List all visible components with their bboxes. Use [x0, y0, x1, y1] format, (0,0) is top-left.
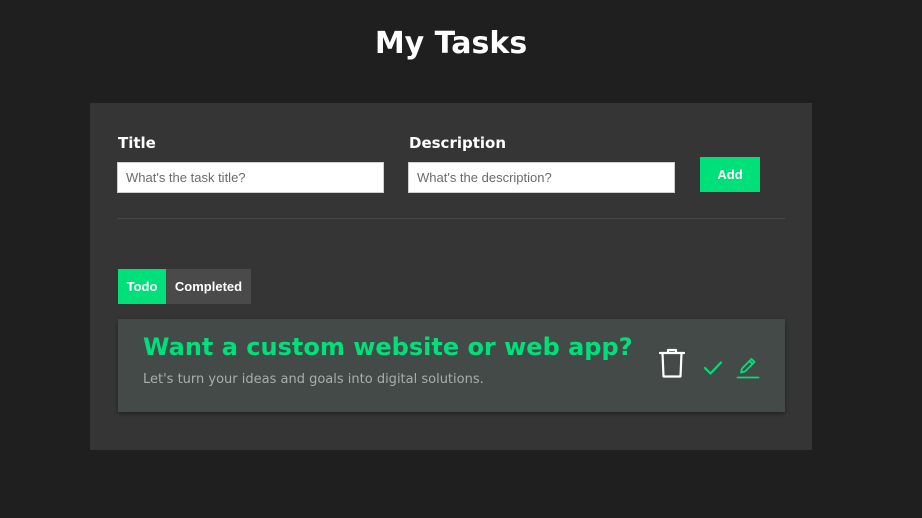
check-icon[interactable]	[703, 360, 723, 376]
description-input[interactable]	[408, 162, 675, 193]
divider	[118, 218, 785, 219]
task-item: Want a custom website or web app? Let's …	[118, 319, 785, 412]
edit-icon[interactable]	[736, 355, 760, 379]
page-title: My Tasks	[374, 26, 528, 61]
trash-icon[interactable]	[658, 348, 686, 379]
tab-bar: Todo Completed	[118, 269, 251, 304]
title-label: Title	[118, 134, 156, 152]
tab-completed[interactable]: Completed	[166, 269, 251, 304]
add-button[interactable]: Add	[700, 157, 760, 192]
task-title: Want a custom website or web app?	[143, 333, 633, 361]
task-panel: Title Description Add Todo Completed Wan…	[90, 103, 812, 450]
tab-todo[interactable]: Todo	[118, 269, 166, 304]
description-label: Description	[409, 134, 507, 152]
task-description: Let's turn your ideas and goals into dig…	[143, 372, 484, 387]
title-input[interactable]	[117, 162, 384, 193]
